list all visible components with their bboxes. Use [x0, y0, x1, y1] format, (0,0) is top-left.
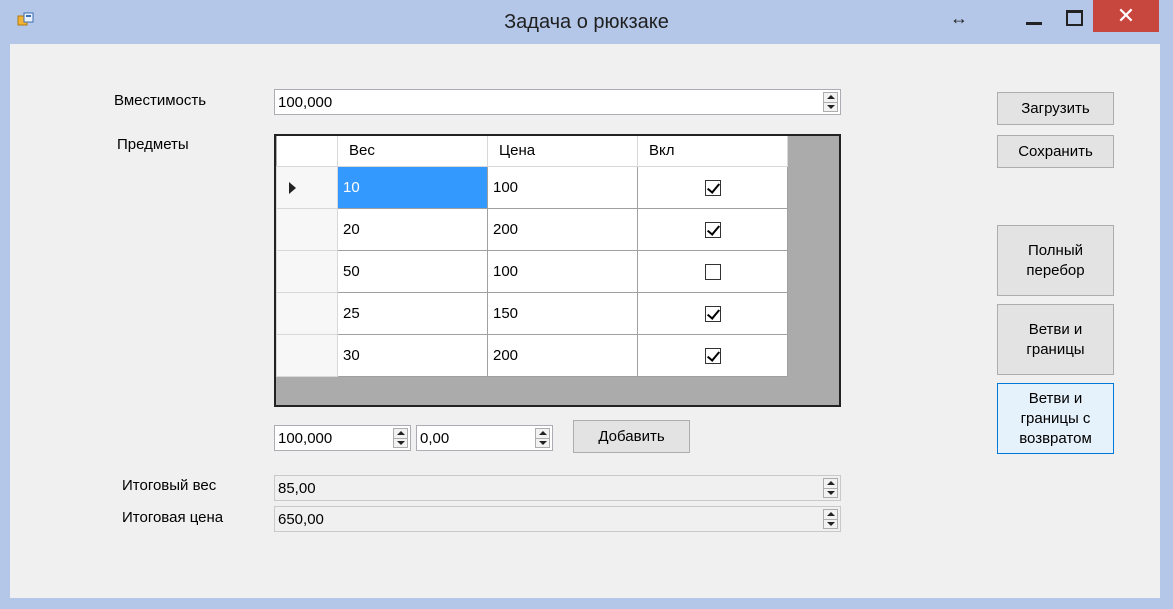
table-row[interactable]: 50 100 — [276, 249, 788, 293]
title-bar: Задача о рюкзаке ↔ ✕ — [0, 0, 1173, 44]
table-row[interactable]: 10 100 — [276, 165, 788, 209]
items-data-grid[interactable]: Вес Цена Вкл 10 100 20 200 50 100 25 150… — [274, 134, 841, 407]
spin-down-icon[interactable] — [827, 522, 835, 526]
cell-included[interactable] — [637, 291, 788, 335]
total-price-label: Итоговая цена — [122, 509, 224, 526]
new-weight-value: 100,000 — [278, 430, 333, 447]
cell-included[interactable] — [637, 207, 788, 251]
total-price-value: 650,00 — [278, 511, 324, 528]
capacity-numeric-input[interactable]: 100,000 — [274, 89, 841, 115]
cell-weight[interactable]: 30 — [337, 333, 488, 377]
branch-and-bound-button[interactable]: Ветви и границы — [997, 304, 1114, 375]
cell-price[interactable]: 150 — [487, 291, 638, 335]
spin-up-icon[interactable] — [827, 512, 835, 516]
capacity-spin-buttons[interactable] — [823, 92, 838, 112]
total-weight-label: Итоговый вес — [122, 477, 217, 494]
capacity-label: Вместимость — [114, 92, 207, 109]
items-table: Вес Цена Вкл 10 100 20 200 50 100 25 150… — [276, 136, 788, 377]
spin-up-icon[interactable] — [827, 481, 835, 485]
spin-down-icon[interactable] — [539, 441, 547, 445]
minimize-button[interactable] — [1020, 2, 1048, 32]
row-header[interactable] — [276, 249, 338, 293]
items-label: Предметы — [117, 136, 189, 153]
form-client-area: Вместимость 100,000 Предметы Вес Цена Вк… — [10, 44, 1160, 598]
column-header-weight[interactable]: Вес — [337, 136, 488, 167]
cell-price[interactable]: 200 — [487, 333, 638, 377]
table-row[interactable]: 20 200 — [276, 207, 788, 251]
cell-price[interactable]: 100 — [487, 165, 638, 209]
new-price-value: 0,00 — [420, 430, 450, 447]
included-checkbox[interactable] — [704, 347, 721, 364]
current-row-arrow-icon — [289, 181, 296, 194]
spin-up-icon[interactable] — [539, 431, 547, 435]
save-button[interactable]: Сохранить — [997, 135, 1114, 168]
row-header[interactable] — [276, 207, 338, 251]
branch-and-bound-backtrack-button[interactable]: Ветви и границы с возвратом — [997, 383, 1114, 454]
row-header[interactable] — [276, 333, 338, 377]
row-header[interactable] — [276, 165, 338, 209]
close-button[interactable]: ✕ — [1093, 0, 1159, 32]
total-price-field[interactable]: 650,00 — [274, 506, 841, 532]
column-header-included[interactable]: Вкл — [637, 136, 788, 167]
spin-down-icon[interactable] — [397, 441, 405, 445]
total-price-spin-buttons[interactable] — [823, 509, 838, 529]
brute-force-button[interactable]: Полный перебор — [997, 225, 1114, 296]
cell-weight[interactable]: 50 — [337, 249, 488, 293]
spin-up-icon[interactable] — [397, 431, 405, 435]
new-price-input[interactable]: 0,00 — [416, 425, 553, 451]
cell-weight[interactable]: 20 — [337, 207, 488, 251]
new-price-spin-buttons[interactable] — [535, 428, 550, 448]
spin-down-icon[interactable] — [827, 491, 835, 495]
capacity-value: 100,000 — [278, 94, 333, 111]
included-checkbox[interactable] — [704, 263, 721, 280]
column-header-price[interactable]: Цена — [487, 136, 638, 167]
grid-corner-header[interactable] — [276, 136, 338, 167]
resize-icon: ↔ — [950, 8, 968, 28]
cell-included[interactable] — [637, 249, 788, 293]
add-button[interactable]: Добавить — [573, 420, 690, 453]
cell-included[interactable] — [637, 165, 788, 209]
total-weight-field[interactable]: 85,00 — [274, 475, 841, 501]
row-header[interactable] — [276, 291, 338, 335]
new-weight-input[interactable]: 100,000 — [274, 425, 411, 451]
cell-weight[interactable]: 10 — [337, 165, 488, 209]
new-weight-spin-buttons[interactable] — [393, 428, 408, 448]
load-button[interactable]: Загрузить — [997, 92, 1114, 125]
spin-up-icon[interactable] — [827, 95, 835, 99]
spin-down-icon[interactable] — [827, 105, 835, 109]
cell-weight[interactable]: 25 — [337, 291, 488, 335]
included-checkbox[interactable] — [704, 221, 721, 238]
included-checkbox[interactable] — [704, 179, 721, 196]
window-title: Задача о рюкзаке — [504, 11, 669, 33]
cell-price[interactable]: 100 — [487, 249, 638, 293]
total-weight-spin-buttons[interactable] — [823, 478, 838, 498]
cell-price[interactable]: 200 — [487, 207, 638, 251]
cell-included[interactable] — [637, 333, 788, 377]
table-row[interactable]: 30 200 — [276, 333, 788, 377]
included-checkbox[interactable] — [704, 305, 721, 322]
total-weight-value: 85,00 — [278, 480, 316, 497]
table-row[interactable]: 25 150 — [276, 291, 788, 335]
maximize-button[interactable] — [1060, 2, 1088, 32]
